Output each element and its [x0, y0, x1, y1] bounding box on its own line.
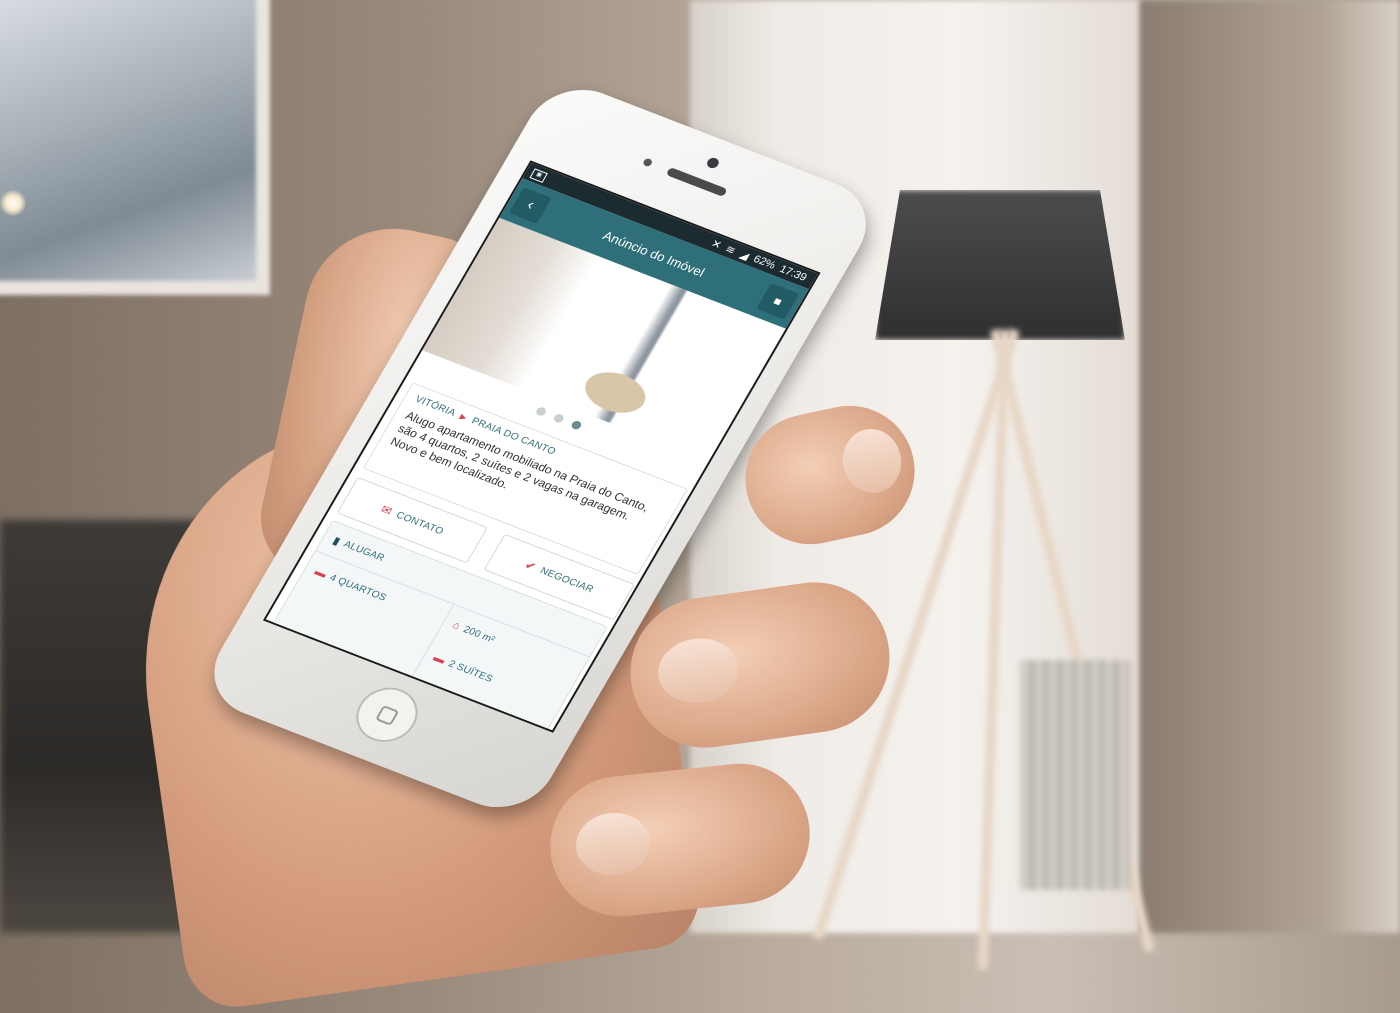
notification-icon: ▣	[529, 168, 548, 183]
earpiece-speaker	[665, 166, 728, 198]
chat-button[interactable]: ■	[756, 283, 800, 320]
features-card: ▮ ALUGAR ▬ 4 QUARTOS ⌂ 200 m² ▬ 2 SUÍTES	[262, 519, 609, 733]
contact-label: CONTATO	[394, 509, 446, 537]
feature-area: ⌂ 200 m²	[450, 619, 497, 645]
check-icon: ✔	[522, 558, 539, 574]
carousel-dot-active[interactable]	[569, 419, 583, 431]
carousel-dot[interactable]	[534, 405, 548, 417]
house-icon: ⌂	[450, 619, 463, 633]
feature-type-label: ALUGAR	[341, 539, 387, 564]
bed-icon: ▬	[431, 652, 448, 667]
bed-icon: ▬	[312, 566, 329, 581]
wifi-icon: ≋	[723, 243, 738, 257]
home-button[interactable]	[345, 679, 429, 751]
home-square-icon	[375, 705, 400, 726]
mute-icon: ✕	[709, 237, 724, 252]
signal-icon: ◢	[737, 248, 752, 262]
bookmark-icon: ▮	[330, 535, 343, 548]
proximity-sensor	[641, 157, 654, 168]
envelope-icon: ✉	[378, 502, 395, 519]
fingernail	[836, 423, 908, 499]
feature-area-label: 200 m²	[461, 624, 497, 646]
divider	[400, 603, 455, 696]
front-camera	[705, 156, 721, 170]
feature-bedrooms-label: 4 QUARTOS	[327, 572, 389, 604]
feature-suites-label: 2 SUÍTES	[446, 658, 495, 685]
negotiate-label: NEGOCIAR	[538, 565, 596, 595]
chevron-left-icon: ‹	[523, 196, 538, 214]
feature-suites: ▬ 2 SUÍTES	[431, 652, 495, 685]
fingernail	[573, 809, 654, 879]
back-button[interactable]: ‹	[508, 187, 552, 224]
carousel-dot[interactable]	[551, 412, 565, 424]
caret-right-icon: ▶	[458, 412, 469, 423]
fingernail	[654, 633, 743, 708]
feature-bedrooms: ▬ 4 QUARTOS	[312, 566, 388, 603]
chat-bubble-icon: ■	[770, 294, 785, 309]
